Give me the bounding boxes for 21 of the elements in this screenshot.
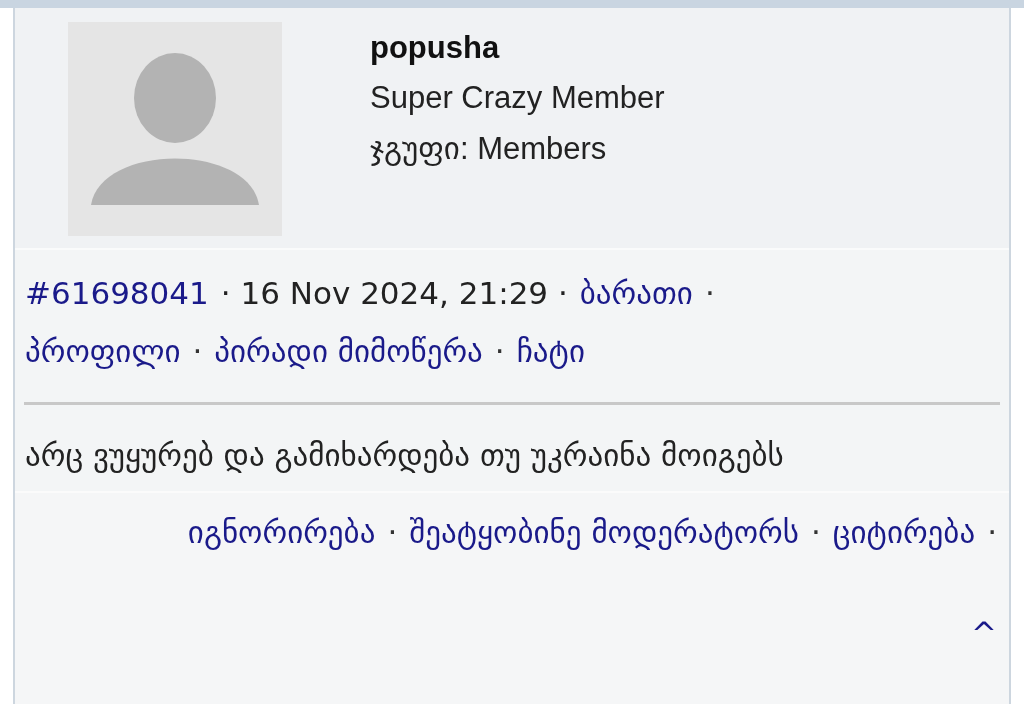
post-id-link[interactable]: #61698041 [25, 264, 209, 322]
separator: · [494, 332, 505, 371]
username: popusha [370, 30, 501, 66]
action-link[interactable]: ციტირება [832, 503, 976, 604]
action-link[interactable]: იგნორირება [187, 503, 376, 604]
action-link[interactable]: ^ [971, 603, 997, 704]
separator: · [192, 332, 203, 371]
separator: · [811, 513, 821, 552]
separator: · [387, 513, 398, 552]
member-group: ჯგუფი: Members [370, 130, 665, 167]
post-date: · 16 Nov 2024, 21:29 · [220, 274, 568, 313]
action-link[interactable]: შეატყობინე მოდერატორს [409, 503, 799, 604]
meta-link[interactable]: პროფილი [25, 322, 181, 380]
meta-link[interactable]: ჩატი [516, 322, 585, 380]
separator: · [704, 274, 715, 313]
post-text: არც ვუყურებ და გამიხარდება თუ უკრაინა მოიგებს [24, 436, 785, 475]
member-rank: Super Crazy Member [370, 80, 665, 116]
meta-link[interactable]: ბარათი [579, 264, 693, 322]
meta-link[interactable]: პირადი მიმოწერა [214, 322, 483, 380]
user-silhouette-icon [91, 53, 259, 205]
separator: · [987, 513, 997, 552]
